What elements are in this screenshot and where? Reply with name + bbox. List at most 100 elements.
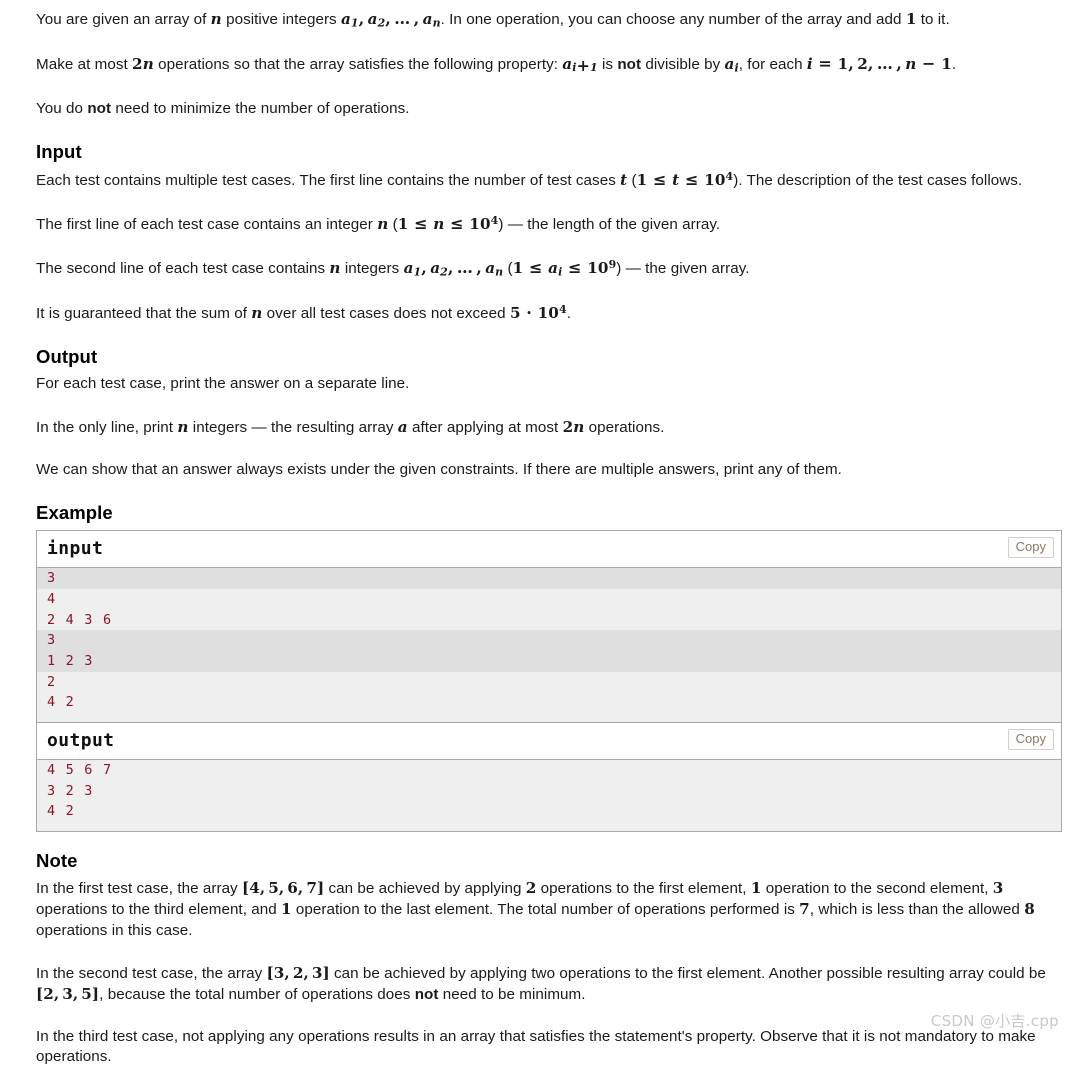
text-fragment: Make at most [36,55,133,73]
code-line: 3 2 3 [47,782,94,799]
copy-output-button[interactable]: Copy [1007,729,1054,751]
statement-paragraph-3: You do not need to minimize the number o… [36,99,1062,119]
text-fragment: ). The description of the test cases fol… [733,171,1023,189]
text-fragment: , which is less than the allowed [809,901,1025,919]
text-fragment: In the second test case, the array [36,964,267,982]
math-two-n: 2n [562,417,585,436]
math-num: 1 [750,879,762,898]
emphasis-not: not [617,55,642,73]
math-array-terms: a1, a2, … , an [340,9,441,30]
text-fragment: operations. [584,418,665,436]
text-fragment: ) — the given array. [616,260,750,278]
text-fragment: positive integers [221,11,341,28]
text-fragment: integers — the resulting array [188,418,398,436]
math-num: 1 [281,900,292,919]
code-line: 2 [47,673,57,690]
math-sum-bound: 5 · 104 [509,302,567,323]
text-fragment: integers [340,260,404,278]
text-fragment: The first line of each test case contain… [36,216,378,234]
math-array-235: [2, 3, 5] [36,985,100,1004]
heading-example: Example [36,502,113,524]
text-fragment: ) — the length of the given array. [498,216,721,234]
code-line: 2 4 3 6 [47,611,113,628]
text-fragment: In the first test case, the array [36,880,242,898]
math-var-n: n [177,417,189,436]
code-line: 3 [37,568,1061,589]
input-block-body: 342 4 3 631 2 324 2 [37,568,1061,723]
sample-test-input: input Copy 342 4 3 631 2 324 2 [36,530,1062,723]
math-var-n: n [210,10,222,28]
csdn-watermark: CSDN @小吉.cpp [930,1012,1059,1030]
problem-statement-page: You are given an array of n positive int… [0,0,1075,1068]
text-fragment: to it. [916,11,950,28]
text-fragment: need to be minimum. [438,986,586,1004]
emphasis-not: not [87,99,112,117]
note-paragraph-2: In the second test case, the array [3, 2… [36,963,1062,1005]
code-line: 4 5 6 7 [47,762,113,779]
math-var-n: n [377,215,389,234]
text-fragment: In the only line, print [36,418,178,436]
math-num: 3 [992,879,1004,898]
text-fragment: operations to the first element, [536,880,751,898]
text-fragment: ( [627,171,637,189]
text-fragment: is [597,55,618,73]
text-fragment: . [566,305,571,323]
note-paragraph-3: In the third test case, not applying any… [36,1028,1036,1066]
sample-tests: input Copy 342 4 3 631 2 324 2 output Co… [36,530,1062,833]
text-fragment: operation to the second element, [761,880,993,898]
text-fragment: need to minimize the number of operation… [111,99,410,117]
math-var-n: n [329,259,341,278]
math-array-323: [3, 2, 3] [266,963,330,982]
text-fragment: It is guaranteed that the sum of [36,305,252,323]
math-var-n: n [251,304,263,323]
text-fragment: You do [36,99,88,117]
text-fragment: , because the total number of operations… [99,986,415,1004]
math-array-terms: a1, a2, … , an [403,258,504,279]
math-constraint-t: 1 ≤ t ≤ 104 [636,169,734,189]
math-i-range: i = 1, 2, … , n − 1 [806,53,952,73]
text-fragment: operations to the third element, and [36,901,282,919]
code-line: 1 2 3 [37,650,1061,672]
output-block-header: output Copy [37,723,1061,761]
input-paragraph-4: It is guaranteed that the sum of n over … [36,302,1062,324]
text-fragment: after applying at most [407,418,563,436]
text-fragment: Each test contains multiple test cases. … [36,171,621,189]
code-block-padding [37,713,1061,722]
emphasis-not: not [414,986,439,1004]
text-fragment: You are given an array of [36,11,211,28]
text-fragment: can be achieved by applying two operatio… [329,964,1046,982]
math-num: 7 [799,900,810,919]
math-one: 1 [905,10,917,28]
heading-input: Input [36,140,82,162]
copy-input-button[interactable]: Copy [1007,537,1054,559]
text-fragment: over all test cases does not exceed [262,305,510,323]
math-a-i-plus-1: ai+1 [562,54,598,76]
math-var-a: a [397,417,408,436]
text-fragment: can be achieved by applying [324,880,526,898]
code-line: 4 [47,590,57,607]
math-constraint-n: 1 ≤ n ≤ 104 [397,213,499,234]
text-fragment: , for each [738,55,807,73]
output-block-body: 4 5 6 7 3 2 3 4 2 [37,760,1061,832]
input-block-header: input Copy [37,531,1061,569]
text-fragment: The second line of each test case contai… [36,260,330,278]
output-paragraph-3: We can show that an answer always exists… [36,460,842,478]
input-paragraph-1: Each test contains multiple test cases. … [36,169,1062,191]
text-fragment: divisible by [641,55,725,73]
output-paragraph-2: In the only line, print n integers — the… [36,417,1062,438]
text-fragment: operation to the last element. The total… [291,901,800,919]
input-paragraph-3: The second line of each test case contai… [36,257,1062,280]
text-fragment: operations so that the array satisfies t… [153,55,563,73]
text-fragment: . In one operation, you can choose any n… [440,11,906,28]
heading-output: Output [36,346,98,368]
heading-note: Note [36,850,78,872]
sample-test-output: output Copy 4 5 6 7 3 2 3 4 2 [36,722,1062,833]
code-line: 4 2 [47,694,75,711]
output-block-title: output [47,730,115,752]
math-num: 2 [525,879,537,898]
math-two-n: 2n [132,54,154,73]
statement-paragraph-1: You are given an array of n positive int… [36,8,1062,31]
output-paragraph-1: For each test case, print the answer on … [36,375,410,393]
input-block-title: input [47,538,104,560]
code-line: 4 2 [47,803,75,820]
